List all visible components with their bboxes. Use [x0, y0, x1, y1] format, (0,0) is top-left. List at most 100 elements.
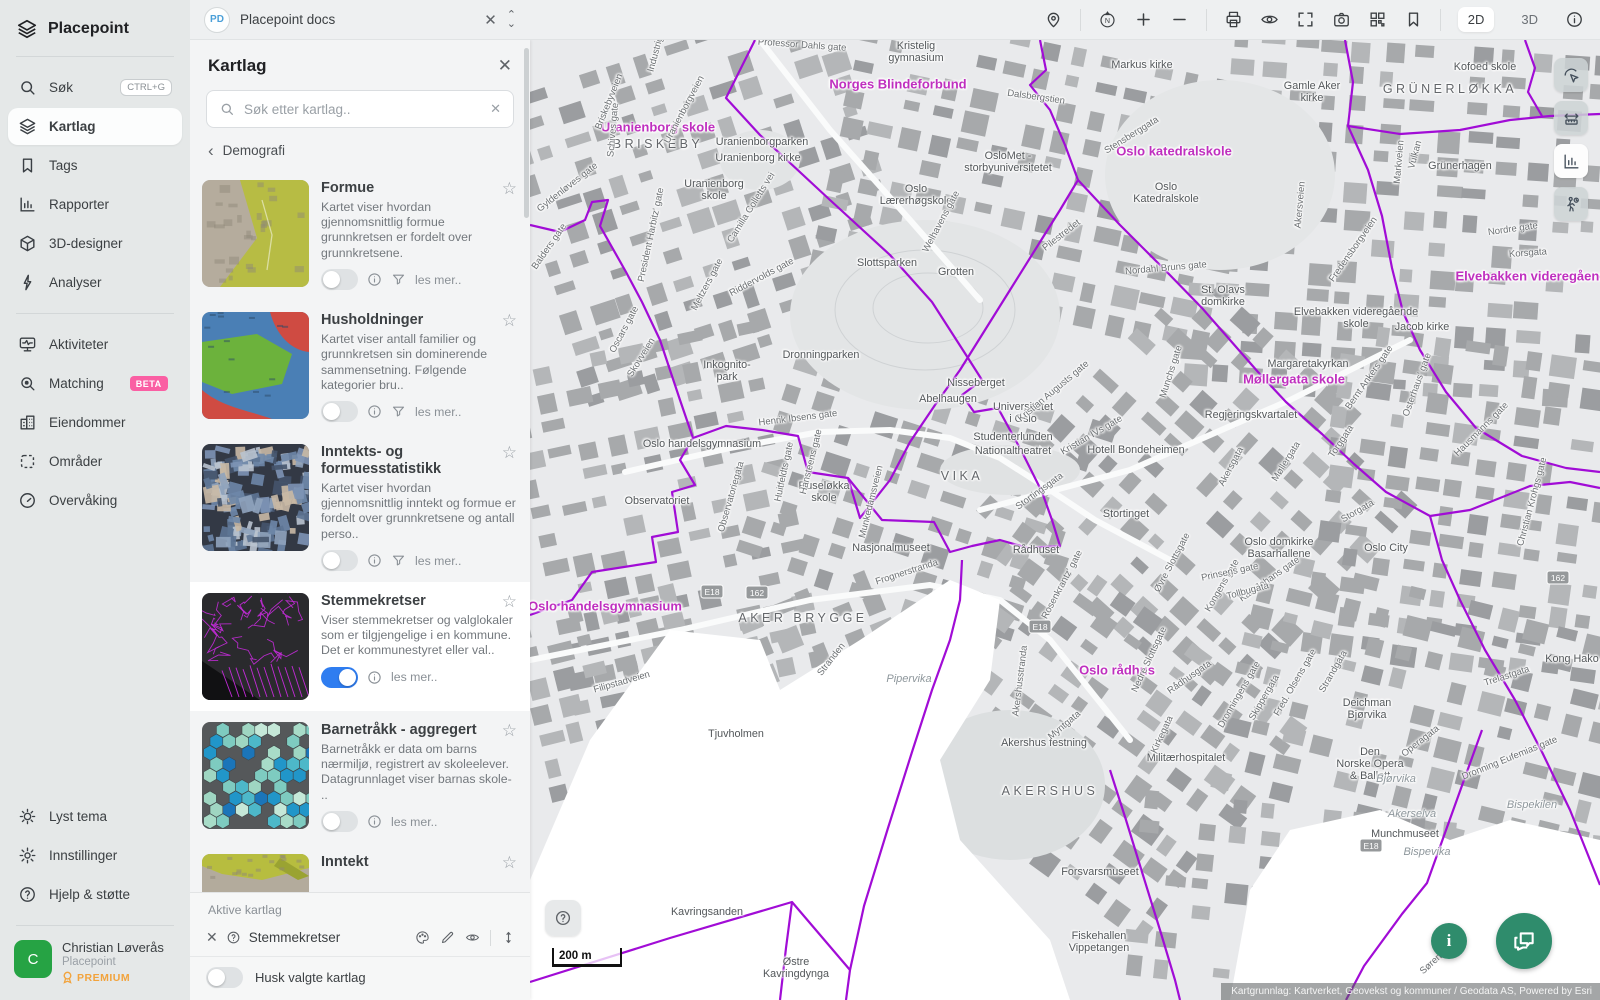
svg-text:162: 162 — [750, 588, 764, 598]
layer-filter-icon[interactable] — [391, 553, 406, 568]
favorite-star-icon[interactable]: ☆ — [502, 311, 517, 331]
sidebar-item-omrader[interactable]: Områder — [8, 443, 182, 480]
sidebar-item-lyst-tema[interactable]: Lyst tema — [8, 798, 182, 835]
breadcrumb[interactable]: ‹ Demografi — [190, 140, 530, 169]
compass-north-icon[interactable]: N — [1098, 10, 1117, 29]
close-panel-icon[interactable]: ✕ — [498, 56, 512, 76]
layer-info-icon[interactable] — [367, 404, 382, 419]
eye-icon[interactable] — [465, 930, 480, 945]
qr-code-icon[interactable] — [1368, 10, 1387, 29]
sidebar-item-rapporter[interactable]: Rapporter — [8, 186, 182, 223]
map-info-button[interactable]: i — [1431, 923, 1467, 959]
screenshot-camera-icon[interactable] — [1332, 10, 1351, 29]
remember-layers-row[interactable]: Husk valgte kartlag — [190, 957, 530, 990]
print-icon[interactable] — [1224, 10, 1243, 29]
layer-thumbnail[interactable] — [202, 312, 309, 419]
layer-toggle[interactable] — [321, 401, 358, 422]
layer-toggle[interactable] — [321, 550, 358, 571]
layer-card-barnetrakk[interactable]: Barnetråkk - aggregertBarnetråkk er data… — [190, 711, 530, 843]
reorder-icon[interactable] — [501, 930, 516, 945]
edit-pen-icon[interactable] — [440, 930, 455, 945]
read-more-link[interactable]: les mer.. — [391, 815, 437, 829]
palette-icon[interactable] — [415, 930, 430, 945]
panel-scrollbar[interactable] — [523, 40, 529, 1000]
plan-label: PREMIUM — [77, 972, 130, 984]
map-help-button[interactable] — [545, 900, 581, 936]
remember-toggle[interactable] — [206, 967, 243, 988]
remember-label: Husk valgte kartlag — [255, 970, 366, 985]
mode-3d-button[interactable]: 3D — [1511, 7, 1548, 32]
layer-card-stemmekretser[interactable]: StemmekretserViser stemmekretser og valg… — [190, 582, 530, 711]
remove-layer-icon[interactable]: ✕ — [206, 929, 218, 946]
zoom-in-icon[interactable] — [1134, 10, 1153, 29]
chat-button[interactable] — [1496, 913, 1552, 969]
info-icon[interactable] — [1565, 10, 1584, 29]
back-chevron-icon[interactable]: ‹ — [208, 142, 214, 159]
sidebar-item-eiendommer[interactable]: Eiendommer — [8, 404, 182, 441]
layer-toggle[interactable] — [321, 269, 358, 290]
layer-toggle[interactable] — [321, 811, 358, 832]
avatar[interactable]: C — [14, 940, 52, 978]
user-card[interactable]: C Christian Løverås Placepoint PREMIUM — [0, 928, 190, 1000]
layer-search[interactable]: ✕ — [206, 90, 514, 128]
layer-card-inntekts[interactable]: Inntekts- og formuesstatistikkKartet vis… — [190, 433, 530, 582]
favorite-star-icon[interactable]: ☆ — [502, 592, 517, 612]
chart-button[interactable] — [1554, 144, 1588, 178]
map-canvas[interactable]: E18162E18162E18 Norges BlindeforbundUran… — [530, 40, 1600, 1000]
selection-area-icon — [18, 452, 37, 471]
favorite-star-icon[interactable]: ☆ — [502, 443, 517, 463]
mode-2d-button[interactable]: 2D — [1458, 7, 1495, 32]
layer-card-husholdninger[interactable]: HusholdningerKartet viser antall familie… — [190, 301, 530, 433]
global-search[interactable]: PD Placepoint docs ✕ ⌃⌄ — [190, 0, 530, 39]
layer-filter-icon[interactable] — [391, 272, 406, 287]
sidebar-item-overvaking[interactable]: Overvåking — [8, 482, 182, 519]
layer-toggle[interactable] — [321, 667, 358, 688]
lightning-icon — [18, 273, 37, 292]
layer-info-icon[interactable] — [367, 272, 382, 287]
read-more-link[interactable]: les mer.. — [415, 554, 461, 568]
clear-layer-search-icon[interactable]: ✕ — [490, 101, 501, 117]
expand-search-icon[interactable]: ⌃⌄ — [507, 11, 516, 29]
layer-search-input[interactable] — [244, 102, 481, 117]
location-icon[interactable] — [1044, 10, 1063, 29]
search-value[interactable]: Placepoint docs — [240, 12, 474, 27]
clear-search-icon[interactable]: ✕ — [484, 11, 497, 29]
sidebar-item-aktiviteter[interactable]: Aktiviteter — [8, 326, 182, 363]
fullscreen-icon[interactable] — [1296, 10, 1315, 29]
sidebar-item-sok[interactable]: Søk CTRL+G — [8, 69, 182, 106]
layer-thumbnail[interactable] — [202, 444, 309, 551]
travel-time-button[interactable] — [1554, 187, 1588, 221]
visibility-icon[interactable] — [1260, 10, 1279, 29]
layer-info-icon[interactable] — [367, 553, 382, 568]
read-more-link[interactable]: les mer.. — [391, 670, 437, 684]
layer-filter-icon[interactable] — [391, 404, 406, 419]
measure-distance-button[interactable] — [1554, 101, 1588, 135]
sidebar-item-analyser[interactable]: Analyser — [8, 264, 182, 301]
sidebar-item-3d-designer[interactable]: 3D-designer — [8, 225, 182, 262]
layer-thumbnail[interactable] — [202, 593, 309, 700]
read-more-link[interactable]: les mer.. — [415, 273, 461, 287]
layer-info-icon[interactable] — [367, 670, 382, 685]
layer-info-icon[interactable] — [367, 814, 382, 829]
read-more-link[interactable]: les mer.. — [415, 405, 461, 419]
layer-help-icon[interactable] — [226, 930, 241, 945]
app-logo[interactable]: Placepoint — [0, 0, 190, 54]
active-layer-row[interactable]: ✕ Stemmekretser — [190, 925, 530, 957]
sidebar-item-innstillinger[interactable]: Innstillinger — [8, 837, 182, 874]
favorite-star-icon[interactable]: ☆ — [502, 721, 517, 741]
zoom-out-icon[interactable] — [1170, 10, 1189, 29]
sidebar-item-matching[interactable]: Matching BETA — [8, 365, 182, 402]
favorite-star-icon[interactable]: ☆ — [502, 179, 517, 199]
layer-thumbnail[interactable] — [202, 180, 309, 287]
sidebar-item-tags[interactable]: Tags — [8, 147, 182, 184]
layer-thumbnail[interactable] — [202, 854, 309, 892]
layer-thumbnail[interactable] — [202, 722, 309, 829]
layer-card-formue[interactable]: FormueKartet viser hvordan gjennomsnittl… — [190, 169, 530, 301]
select-cursor-button[interactable] — [1554, 58, 1588, 92]
favorite-star-icon[interactable]: ☆ — [502, 853, 517, 873]
svg-text:E18: E18 — [1363, 841, 1378, 851]
sidebar-item-hjelp[interactable]: Hjelp & støtte — [8, 876, 182, 913]
sidebar-item-kartlag[interactable]: Kartlag — [8, 108, 182, 145]
bookmark-icon[interactable] — [1404, 10, 1423, 29]
layer-card-inntekt[interactable]: Inntekt☆ — [190, 843, 530, 892]
